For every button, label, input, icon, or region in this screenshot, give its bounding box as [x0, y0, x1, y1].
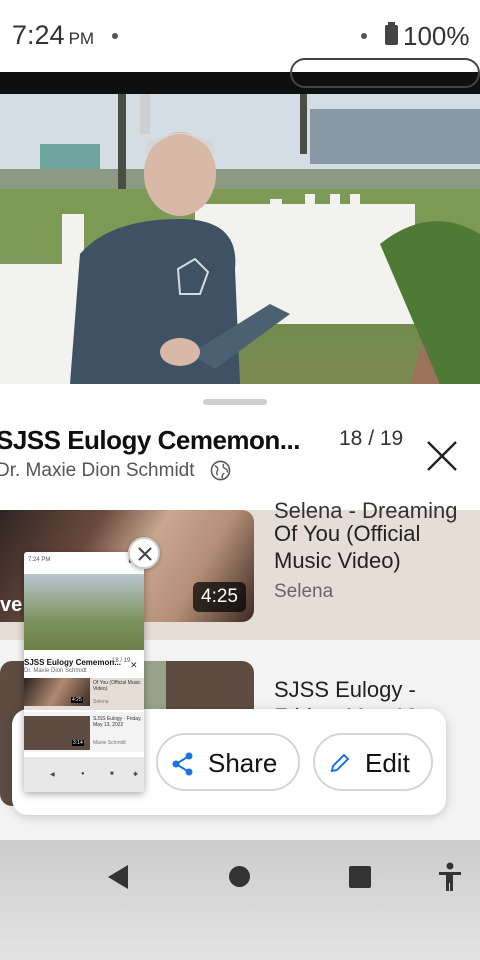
preview-nav-bar: ◀ ● ■ ✱: [24, 757, 144, 792]
public-globe-icon: [210, 460, 231, 481]
close-icon[interactable]: [424, 438, 460, 474]
preview-time: 7:24 PM: [28, 557, 51, 563]
close-icon: [138, 547, 152, 561]
video-title-line: SJSS Eulogy -: [274, 677, 416, 702]
clock-time: 7:24: [12, 20, 65, 50]
preview-duration: 4:25: [71, 697, 83, 703]
playlist-sheet: SJSS Eulogy Cememon... 18 / 19 Dr. Maxie…: [0, 385, 480, 510]
thumbnail-text: ve: [0, 594, 23, 616]
notification-dot-icon: [112, 33, 118, 39]
back-icon[interactable]: [106, 864, 130, 890]
video-title: Of You (Official Music Video): [274, 521, 421, 573]
video-frame-image: [0, 94, 480, 384]
recent-apps-icon[interactable]: [349, 866, 371, 888]
status-time: 7:24 PM: [12, 20, 94, 51]
playlist-title: SJSS Eulogy Cememon...: [0, 425, 300, 455]
preview-recent-icon: ■: [110, 771, 114, 777]
duration-badge: 4:25: [193, 582, 246, 612]
preview-item-title: SJSS Eulogy - Friday, May 13, 2022: [93, 716, 142, 728]
edit-label: Edit: [365, 748, 410, 778]
clock-ampm: PM: [68, 29, 95, 48]
video-player[interactable]: [0, 94, 480, 384]
home-icon[interactable]: [229, 866, 250, 887]
preview-item-channel: Maxie Schmidt: [93, 740, 126, 746]
preview-close-icon: ✕: [130, 660, 138, 670]
battery-icon: [385, 22, 398, 45]
battery-percent: 100%: [403, 21, 470, 51]
search-pill[interactable]: [290, 58, 480, 88]
accessibility-icon[interactable]: [437, 862, 463, 892]
sheet-drag-handle[interactable]: [203, 399, 267, 405]
preview-back-icon: ◀: [50, 772, 55, 778]
preview-list-item: 3:14 SJSS Eulogy - Friday, May 13, 2022 …: [24, 712, 144, 752]
system-nav-bar: [0, 840, 480, 960]
signal-dot-icon: [361, 33, 367, 39]
playlist-position: 18 / 19: [339, 427, 404, 450]
video-channel: Selena: [274, 581, 334, 602]
playlist-channel[interactable]: Dr. Maxie Dion Schmidt: [0, 460, 195, 482]
preview-dismiss-button[interactable]: [128, 537, 160, 569]
share-icon: [172, 752, 193, 776]
preview-item-title: Of You (Official Music Video): [93, 680, 141, 692]
preview-item-channel: Selena: [93, 699, 109, 705]
app-top-strip: [0, 58, 480, 94]
preview-count: 18 / 19: [112, 658, 131, 664]
preview-title: SJSS Eulogy Cememon...: [24, 658, 121, 667]
screenshot-preview[interactable]: 7:24 PM ▮ 10 SJSS Eulogy Cememon... 18 /…: [24, 552, 144, 792]
preview-list-item: 4:25 Of You (Official Music Video) Selen…: [24, 678, 144, 710]
preview-accessibility-icon: ✱: [133, 772, 139, 778]
preview-duration: 3:14: [72, 740, 84, 746]
preview-home-icon: ●: [81, 771, 85, 777]
share-label: Share: [208, 748, 278, 778]
preview-channel: Dr. Maxie Dion Schmidt: [24, 668, 87, 674]
preview-video: [24, 574, 144, 650]
share-button[interactable]: Share: [156, 733, 300, 791]
pencil-icon: [330, 753, 350, 773]
edit-button[interactable]: Edit: [313, 733, 433, 791]
